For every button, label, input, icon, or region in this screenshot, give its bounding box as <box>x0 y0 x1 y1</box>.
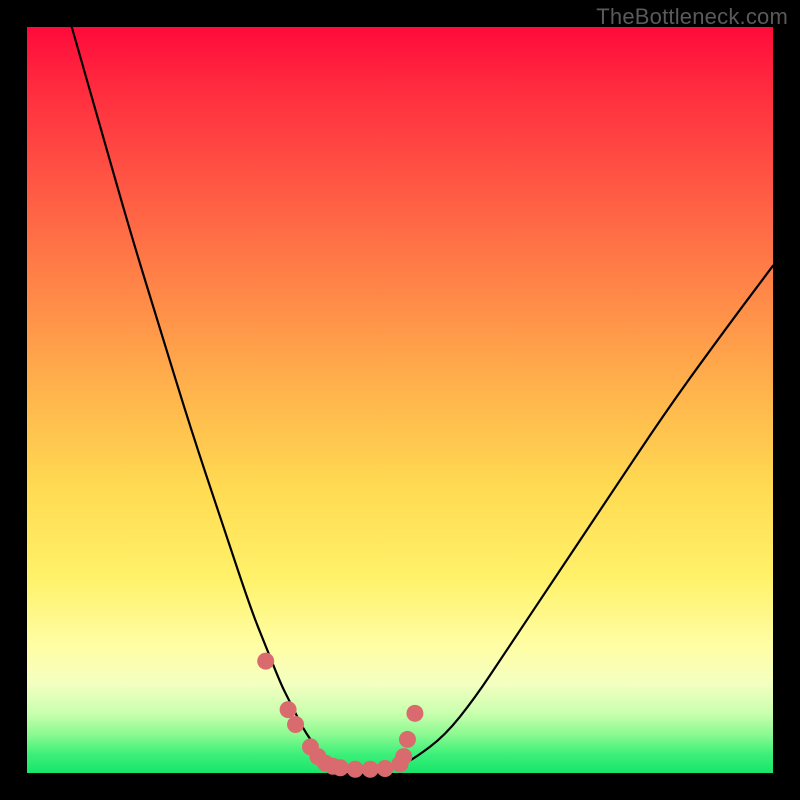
curve-marker <box>280 701 297 718</box>
curve-marker <box>257 653 274 670</box>
curve-marker <box>347 761 364 778</box>
curve-marker <box>287 716 304 733</box>
curve-marker <box>399 731 416 748</box>
watermark-text: TheBottleneck.com <box>596 4 788 30</box>
curve-marker <box>362 761 379 778</box>
chart-frame: TheBottleneck.com <box>0 0 800 800</box>
curve-svg <box>27 27 773 773</box>
bottleneck-curve <box>72 27 773 769</box>
plot-area <box>27 27 773 773</box>
curve-marker <box>406 705 423 722</box>
curve-marker <box>332 759 349 776</box>
curve-markers <box>257 653 423 778</box>
curve-marker <box>395 748 412 765</box>
curve-marker <box>377 760 394 777</box>
